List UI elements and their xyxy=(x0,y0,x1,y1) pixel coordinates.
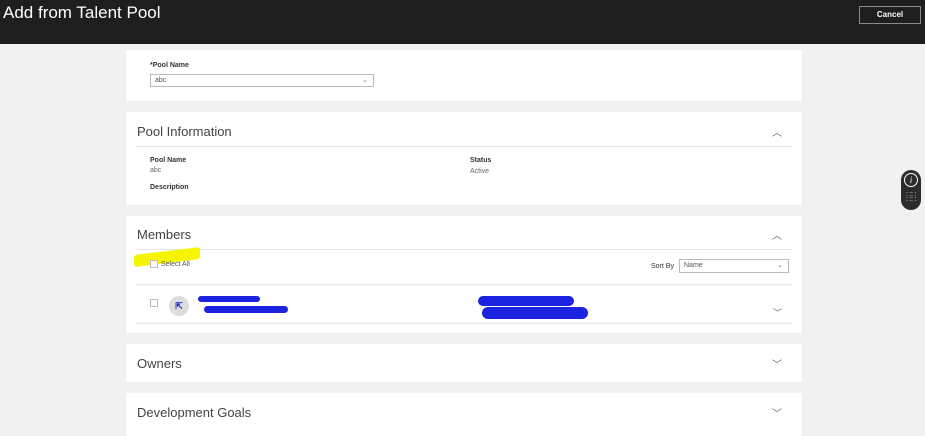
owners-section[interactable]: Owners ﹀ xyxy=(126,344,802,382)
pool-select-card: *Pool Name abc ⌄ xyxy=(126,50,802,101)
select-all-checkbox[interactable] xyxy=(150,260,158,268)
divider xyxy=(136,284,792,285)
pool-name-value: abc xyxy=(150,167,162,174)
chevron-down-icon[interactable]: ﹀ xyxy=(773,306,782,319)
development-goals-section[interactable]: Development Goals ﹀ xyxy=(126,393,802,436)
chevron-down-icon[interactable]: ﹀ xyxy=(772,356,782,371)
divider xyxy=(136,323,792,324)
grid-icon[interactable]: ∷∷ ∷∷ xyxy=(906,191,916,204)
sort-by-select[interactable]: Name ⌄ xyxy=(679,259,789,273)
status-value: Active xyxy=(470,168,490,175)
development-goals-title: Development Goals xyxy=(137,405,252,420)
pool-information-section: Pool Information ︿ Pool Name abc Status … xyxy=(126,112,802,205)
pool-information-title: Pool Information xyxy=(137,124,232,139)
members-title: Members xyxy=(137,227,192,242)
help-widget[interactable]: i ∷∷ ∷∷ xyxy=(901,170,921,210)
redacted-details xyxy=(482,307,588,319)
pool-name-field-label: *Pool Name xyxy=(150,62,189,69)
redacted-title xyxy=(204,306,288,313)
cancel-button[interactable]: Cancel xyxy=(859,6,921,24)
page-title: Add from Talent Pool xyxy=(3,3,161,22)
owners-title: Owners xyxy=(137,356,182,371)
chevron-down-icon: ⌄ xyxy=(777,262,783,269)
divider xyxy=(136,249,792,250)
info-icon[interactable]: i xyxy=(904,173,918,187)
pool-name-select[interactable]: abc ⌄ xyxy=(150,74,374,87)
redacted-details xyxy=(478,296,574,306)
divider xyxy=(136,146,792,147)
chevron-up-icon[interactable]: ︿ xyxy=(772,227,782,242)
chevron-down-icon[interactable]: ﹀ xyxy=(772,405,782,420)
redacted-name xyxy=(198,296,260,302)
page-header: Add from Talent Pool Cancel xyxy=(0,0,925,44)
chevron-up-icon[interactable]: ︿ xyxy=(772,124,782,139)
sort-by-value: Name xyxy=(684,262,703,269)
select-all-label[interactable]: Select All xyxy=(161,261,190,268)
pool-name-label: Pool Name xyxy=(150,157,187,164)
pool-name-select-value: abc xyxy=(155,77,167,84)
description-label: Description xyxy=(150,184,189,191)
sort-by-label: Sort By xyxy=(651,263,674,270)
members-section: Members ︿ Select All Sort By Name ⌄ ⇱ ﹀ xyxy=(126,216,802,333)
status-label: Status xyxy=(470,157,492,164)
member-checkbox[interactable] xyxy=(150,299,158,307)
member-avatar: ⇱ xyxy=(169,296,189,316)
chevron-down-icon: ⌄ xyxy=(362,77,368,84)
